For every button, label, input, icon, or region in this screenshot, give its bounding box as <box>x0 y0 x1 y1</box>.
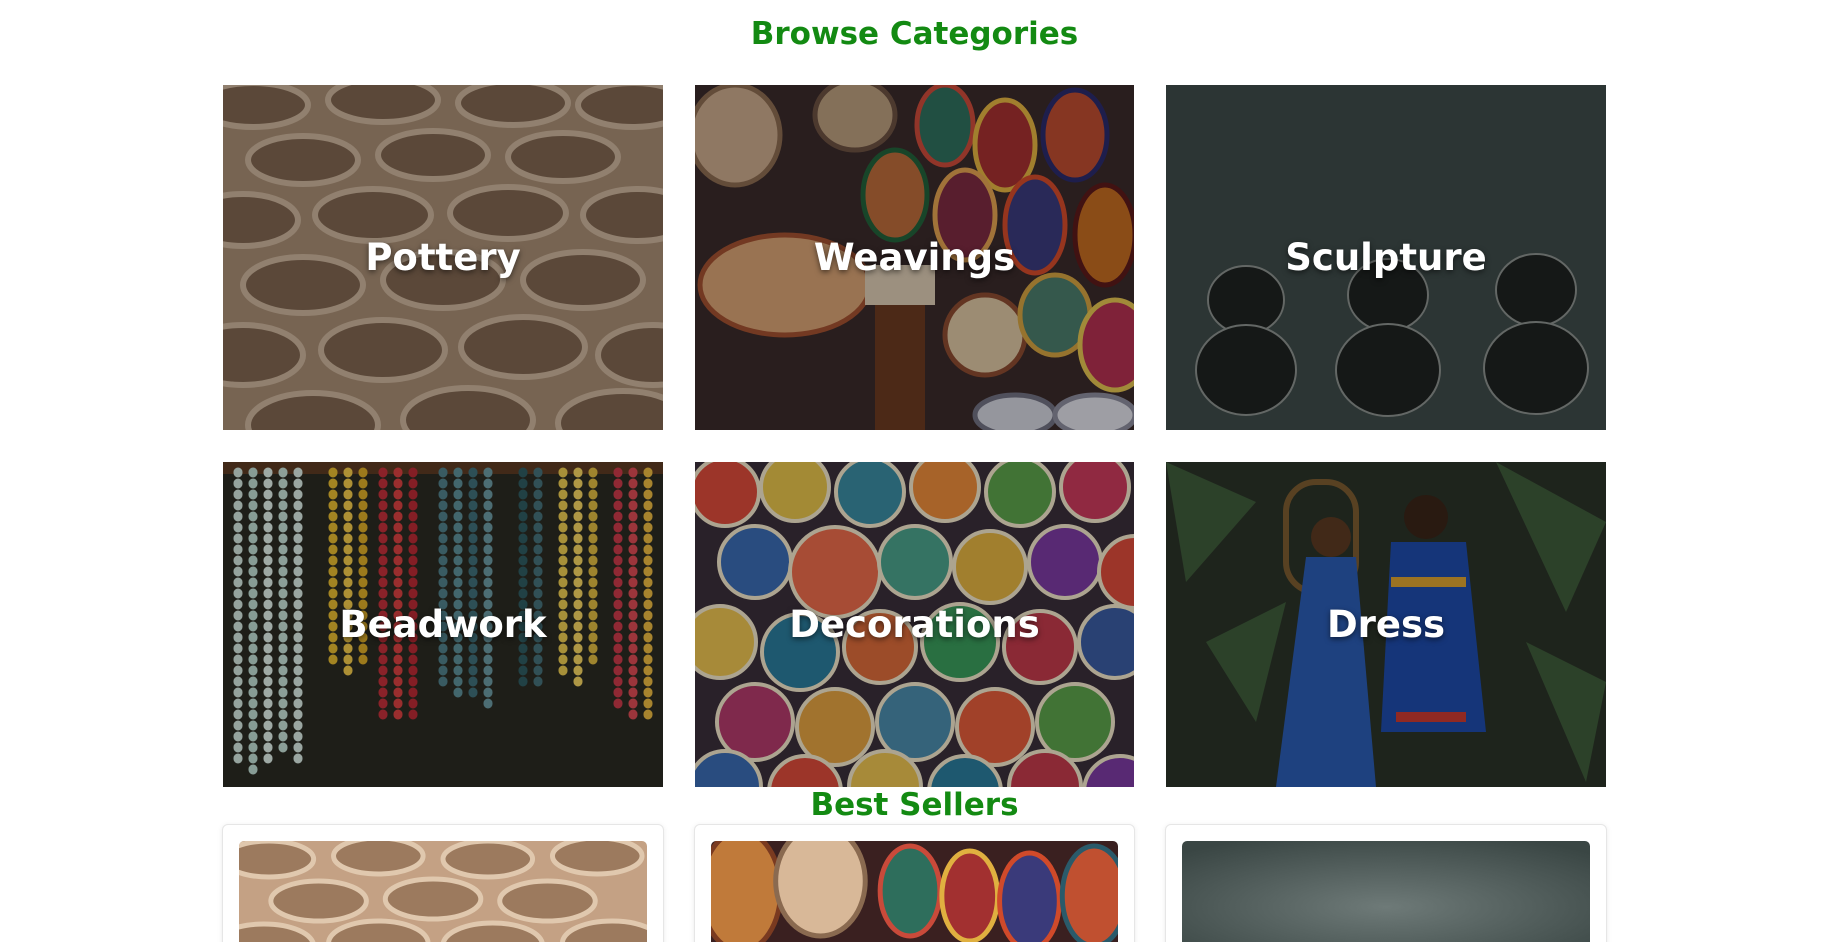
category-label: Dress <box>1326 603 1446 646</box>
best-seller-card-1[interactable] <box>222 824 664 942</box>
best-sellers-heading: Best Sellers <box>810 787 1019 823</box>
category-card-weavings[interactable]: Weavings <box>695 85 1134 430</box>
category-card-sculpture[interactable]: Sculpture <box>1166 85 1606 430</box>
category-card-decorations[interactable]: Decorations <box>695 462 1134 787</box>
category-label: Weavings <box>813 236 1016 279</box>
weavings-thumbnail-image <box>711 841 1118 942</box>
category-card-dress[interactable]: Dress <box>1166 462 1606 787</box>
category-label: Beadwork <box>339 603 547 646</box>
category-card-beadwork[interactable]: Beadwork <box>223 462 663 787</box>
category-label: Sculpture <box>1285 236 1487 279</box>
category-label: Pottery <box>365 236 521 279</box>
best-seller-card-3[interactable] <box>1165 824 1607 942</box>
product-thumbnail <box>711 841 1118 942</box>
pottery-thumbnail-image <box>239 841 647 942</box>
sculpture-thumbnail-image <box>1182 841 1590 942</box>
product-thumbnail <box>1182 841 1590 942</box>
browse-categories-heading: Browse Categories <box>750 16 1079 52</box>
category-card-pottery[interactable]: Pottery <box>223 85 663 430</box>
category-label: Decorations <box>789 603 1040 646</box>
best-seller-card-2[interactable] <box>694 824 1135 942</box>
product-thumbnail <box>239 841 647 942</box>
